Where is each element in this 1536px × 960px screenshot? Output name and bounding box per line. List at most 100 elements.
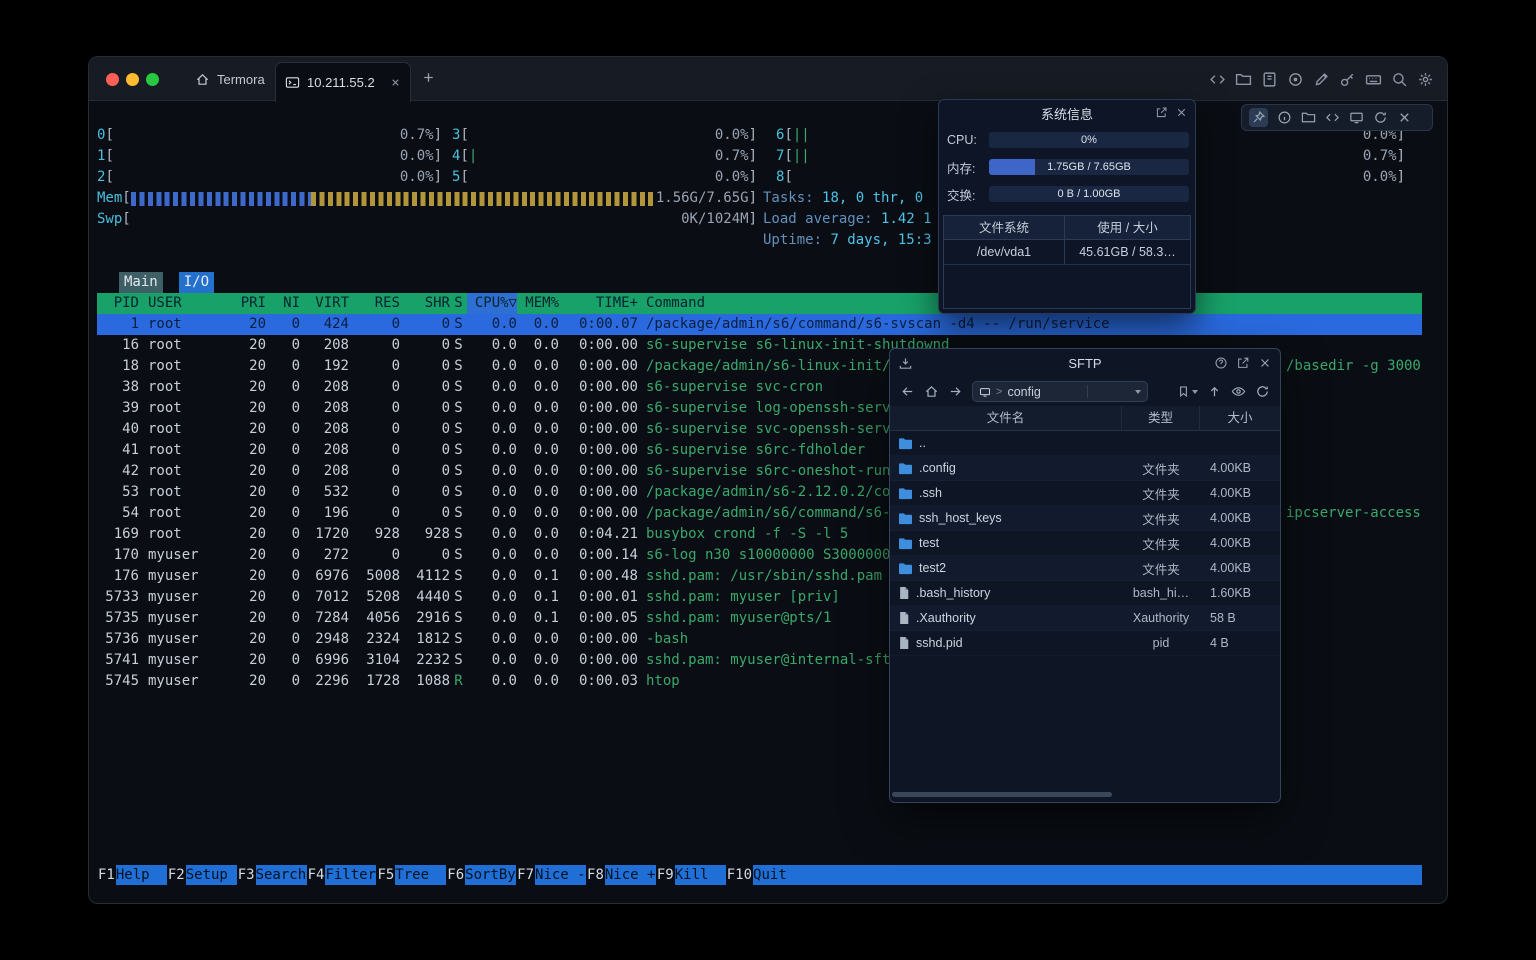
edit-icon[interactable] bbox=[1313, 71, 1330, 88]
fn-f6-button[interactable]: F6SortBy bbox=[446, 865, 516, 885]
log-icon[interactable] bbox=[1261, 71, 1278, 88]
file-size: 4.00KB bbox=[1200, 486, 1280, 500]
keyboard-icon[interactable] bbox=[1365, 71, 1382, 88]
column-size: 大小 bbox=[1200, 406, 1280, 430]
system-info-panel: 系统信息 CPU:0%内存:1.75GB / 7.65GB交换:0 B / 1.… bbox=[938, 99, 1196, 314]
fn-f5-button[interactable]: F5Tree bbox=[376, 865, 446, 885]
sftp-file-row[interactable]: .. bbox=[890, 431, 1280, 456]
memory-meter-label: Mem bbox=[97, 188, 122, 209]
new-tab-button[interactable] bbox=[421, 70, 436, 85]
sftp-file-row[interactable]: test文件夹4.00KB bbox=[890, 531, 1280, 556]
cpu-meter-column-2: 3[0.0%]4[|0.7%]5[0.0%] bbox=[452, 125, 757, 188]
titlebar: Termora 10.211.55.2 bbox=[89, 57, 1447, 101]
folder-icon bbox=[898, 537, 913, 550]
htop-screen-tabs: Main I/O bbox=[119, 272, 214, 293]
file-table-header[interactable]: 文件名 类型 大小 bbox=[890, 406, 1280, 431]
open-external-icon[interactable] bbox=[1155, 106, 1168, 119]
close-tab-icon[interactable] bbox=[390, 77, 401, 88]
home-icon[interactable] bbox=[924, 384, 939, 399]
sftp-file-row[interactable]: .config文件夹4.00KB bbox=[890, 456, 1280, 481]
process-row-1[interactable]: 1root20042400S0.00.00:00.07/package/admi… bbox=[97, 314, 1422, 335]
fn-f8-button[interactable]: F8Nice + bbox=[586, 865, 656, 885]
folder-icon bbox=[898, 437, 913, 450]
horizontal-scrollbar[interactable] bbox=[892, 792, 1112, 797]
cpu-meter-column-1: 0[0.7%]1[0.0%]2[0.0%] bbox=[97, 125, 442, 188]
open-external-icon[interactable] bbox=[1236, 356, 1250, 370]
file-size: 4.00KB bbox=[1200, 511, 1280, 525]
fn-f9-button[interactable]: F9Kill bbox=[656, 865, 726, 885]
parent-directory-icon[interactable] bbox=[1207, 384, 1222, 399]
home-tab-label: Termora bbox=[217, 72, 265, 87]
display-icon[interactable] bbox=[1349, 110, 1364, 125]
info-icon[interactable] bbox=[1277, 110, 1292, 125]
settings-gear-icon[interactable] bbox=[1417, 71, 1434, 88]
file-name: .Xauthority bbox=[916, 611, 976, 625]
minimize-window-button[interactable] bbox=[126, 73, 139, 86]
screen-tab-main[interactable]: Main bbox=[119, 272, 163, 293]
breadcrumb-separator: > bbox=[996, 386, 1002, 398]
back-icon[interactable] bbox=[900, 384, 915, 399]
forward-icon[interactable] bbox=[948, 384, 963, 399]
zoom-window-button[interactable] bbox=[146, 73, 159, 86]
screen-tab-io[interactable]: I/O bbox=[179, 272, 214, 293]
bookmark-dropdown-icon[interactable] bbox=[1192, 390, 1198, 394]
record-icon[interactable] bbox=[1287, 71, 1304, 88]
sftp-file-row[interactable]: .XauthorityXauthority58 B bbox=[890, 606, 1280, 631]
file-type: Xauthority bbox=[1122, 611, 1200, 625]
key-icon[interactable] bbox=[1339, 71, 1356, 88]
memory-meter-value: 1.56G/7.65G bbox=[656, 188, 749, 209]
cpu-meter-2: 2[0.0%] bbox=[97, 167, 442, 188]
breadcrumb-segment[interactable]: config bbox=[1007, 385, 1040, 399]
fn-f10-button[interactable]: F10Quit bbox=[726, 865, 804, 885]
transfers-download-icon[interactable] bbox=[898, 356, 913, 371]
sftp-file-row[interactable]: .ssh文件夹4.00KB bbox=[890, 481, 1280, 506]
path-breadcrumb[interactable]: > config bbox=[972, 381, 1148, 402]
file-size: 4.00KB bbox=[1200, 561, 1280, 575]
close-window-button[interactable] bbox=[106, 73, 119, 86]
sftp-file-row[interactable]: ssh_host_keys文件夹4.00KB bbox=[890, 506, 1280, 531]
sftp-file-row[interactable]: sshd.pidpid4 B bbox=[890, 631, 1280, 656]
show-hidden-eye-icon[interactable] bbox=[1231, 384, 1246, 399]
search-icon[interactable] bbox=[1391, 71, 1408, 88]
close-icon[interactable] bbox=[1258, 356, 1272, 370]
file-size: 1.60KB bbox=[1200, 586, 1280, 600]
folder-icon[interactable] bbox=[1235, 71, 1252, 88]
sysinfo-row: CPU:0% bbox=[947, 132, 1189, 148]
fn-f2-button[interactable]: F2Setup bbox=[167, 865, 237, 885]
refresh-icon[interactable] bbox=[1255, 384, 1270, 399]
fn-f7-button[interactable]: F7Nice - bbox=[516, 865, 586, 885]
sftp-file-row[interactable]: .bash_history bash_hi…1.60KB bbox=[890, 581, 1280, 606]
pin-icon[interactable] bbox=[1249, 108, 1268, 127]
tab-termora-home[interactable]: Termora bbox=[179, 57, 281, 101]
help-icon[interactable] bbox=[1214, 356, 1228, 370]
folder-icon[interactable] bbox=[1301, 110, 1316, 125]
sync-icon[interactable] bbox=[1373, 110, 1388, 125]
file-name: .bash_history bbox=[916, 586, 990, 600]
bookmark-button[interactable] bbox=[1177, 385, 1198, 398]
swap-meter-value: 0K/1024M bbox=[681, 209, 748, 230]
system-info-titlebar: 系统信息 bbox=[939, 100, 1195, 126]
folder-icon bbox=[898, 462, 913, 475]
sysinfo-row: 交换:0 B / 1.00GB bbox=[947, 186, 1189, 202]
fn-f3-button[interactable]: F3Search bbox=[237, 865, 307, 885]
sysinfo-progress-bar: 0 B / 1.00GB bbox=[989, 186, 1189, 202]
fn-f1-button[interactable]: F1Help bbox=[97, 865, 167, 885]
file-size: 4.00KB bbox=[1200, 461, 1280, 475]
file-type: bash_hi… bbox=[1122, 586, 1200, 600]
file-type: pid bbox=[1122, 636, 1200, 650]
filesystem-table: 文件系统使用 / 大小/dev/vda145.61GB / 58.3… bbox=[943, 215, 1191, 309]
process-table-header[interactable]: PID USER PRI NI VIRT RES SHR S CPU%▽ MEM… bbox=[97, 293, 1422, 314]
cpu-meter-1: 1[0.0%] bbox=[97, 146, 442, 167]
command-tail: /basedir -g 3000 bbox=[1286, 356, 1421, 377]
code-icon[interactable] bbox=[1209, 71, 1226, 88]
close-icon[interactable] bbox=[1397, 110, 1412, 125]
sftp-window: SFTP > config bbox=[889, 348, 1281, 803]
close-icon[interactable] bbox=[1175, 106, 1188, 119]
fn-f4-button[interactable]: F4Filter bbox=[307, 865, 377, 885]
tab-session[interactable]: 10.211.55.2 bbox=[275, 62, 411, 102]
terminal-float-toolbar bbox=[1241, 104, 1433, 131]
path-dropdown-icon[interactable] bbox=[1135, 390, 1141, 394]
sftp-titlebar[interactable]: SFTP bbox=[890, 349, 1280, 377]
sftp-file-row[interactable]: test2文件夹4.00KB bbox=[890, 556, 1280, 581]
code-icon[interactable] bbox=[1325, 110, 1340, 125]
